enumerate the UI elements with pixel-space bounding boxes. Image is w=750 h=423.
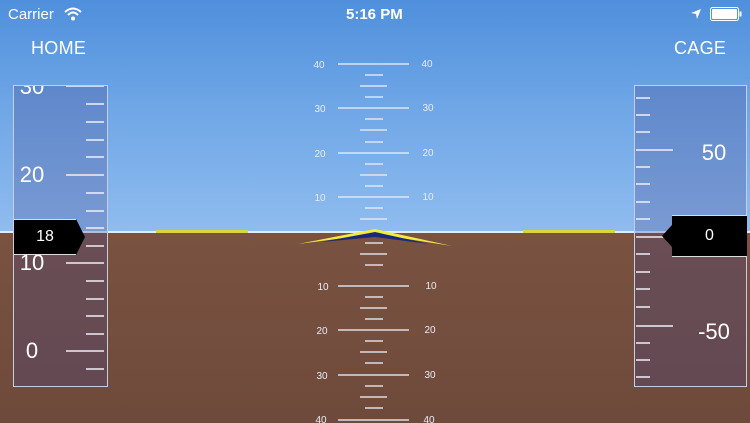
- left-readout-pointer: [76, 219, 85, 255]
- location-arrow-icon: [691, 9, 701, 19]
- home-button[interactable]: HOME: [31, 38, 86, 59]
- left-tape-label: 0: [26, 338, 38, 363]
- right-readout: 0: [672, 215, 747, 257]
- battery-icon: [710, 7, 742, 21]
- status-time: 5:16 PM: [346, 6, 403, 23]
- wifi-icon: [64, 7, 82, 21]
- right-horizon-marker: [523, 230, 615, 233]
- cage-button[interactable]: CAGE: [674, 38, 726, 59]
- left-readout: 18: [14, 219, 76, 255]
- carrier-label: Carrier: [8, 6, 54, 23]
- left-tape-label: 20: [20, 162, 44, 187]
- right-tape-label: -50: [698, 319, 730, 344]
- right-tape-label: 50: [702, 140, 726, 165]
- right-readout-pointer: [662, 225, 672, 247]
- aircraft-symbol-icon: [298, 229, 452, 246]
- left-horizon-marker: [156, 230, 248, 233]
- left-tape-label: 30: [20, 86, 44, 99]
